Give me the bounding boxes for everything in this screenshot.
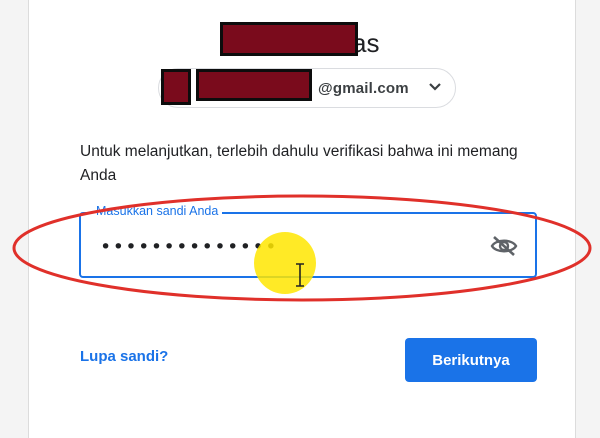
instruction-text: Untuk melanjutkan, terlebih dahulu verif… [80,143,518,184]
redacted-avatar [161,69,191,105]
redacted-name [220,22,358,56]
chevron-down-icon[interactable] [428,80,442,94]
account-email[interactable]: @gmail.com [318,80,409,97]
password-label: Masukkan sandi Anda [92,204,223,218]
next-button[interactable]: Berikutnya [405,338,537,382]
forgot-password-link[interactable]: Lupa sandi? [80,348,168,365]
eye-off-icon[interactable] [490,234,518,258]
text-cursor-icon [296,263,304,287]
redacted-email-prefix [196,69,312,101]
password-value[interactable]: •••••••••••••• [100,236,278,258]
